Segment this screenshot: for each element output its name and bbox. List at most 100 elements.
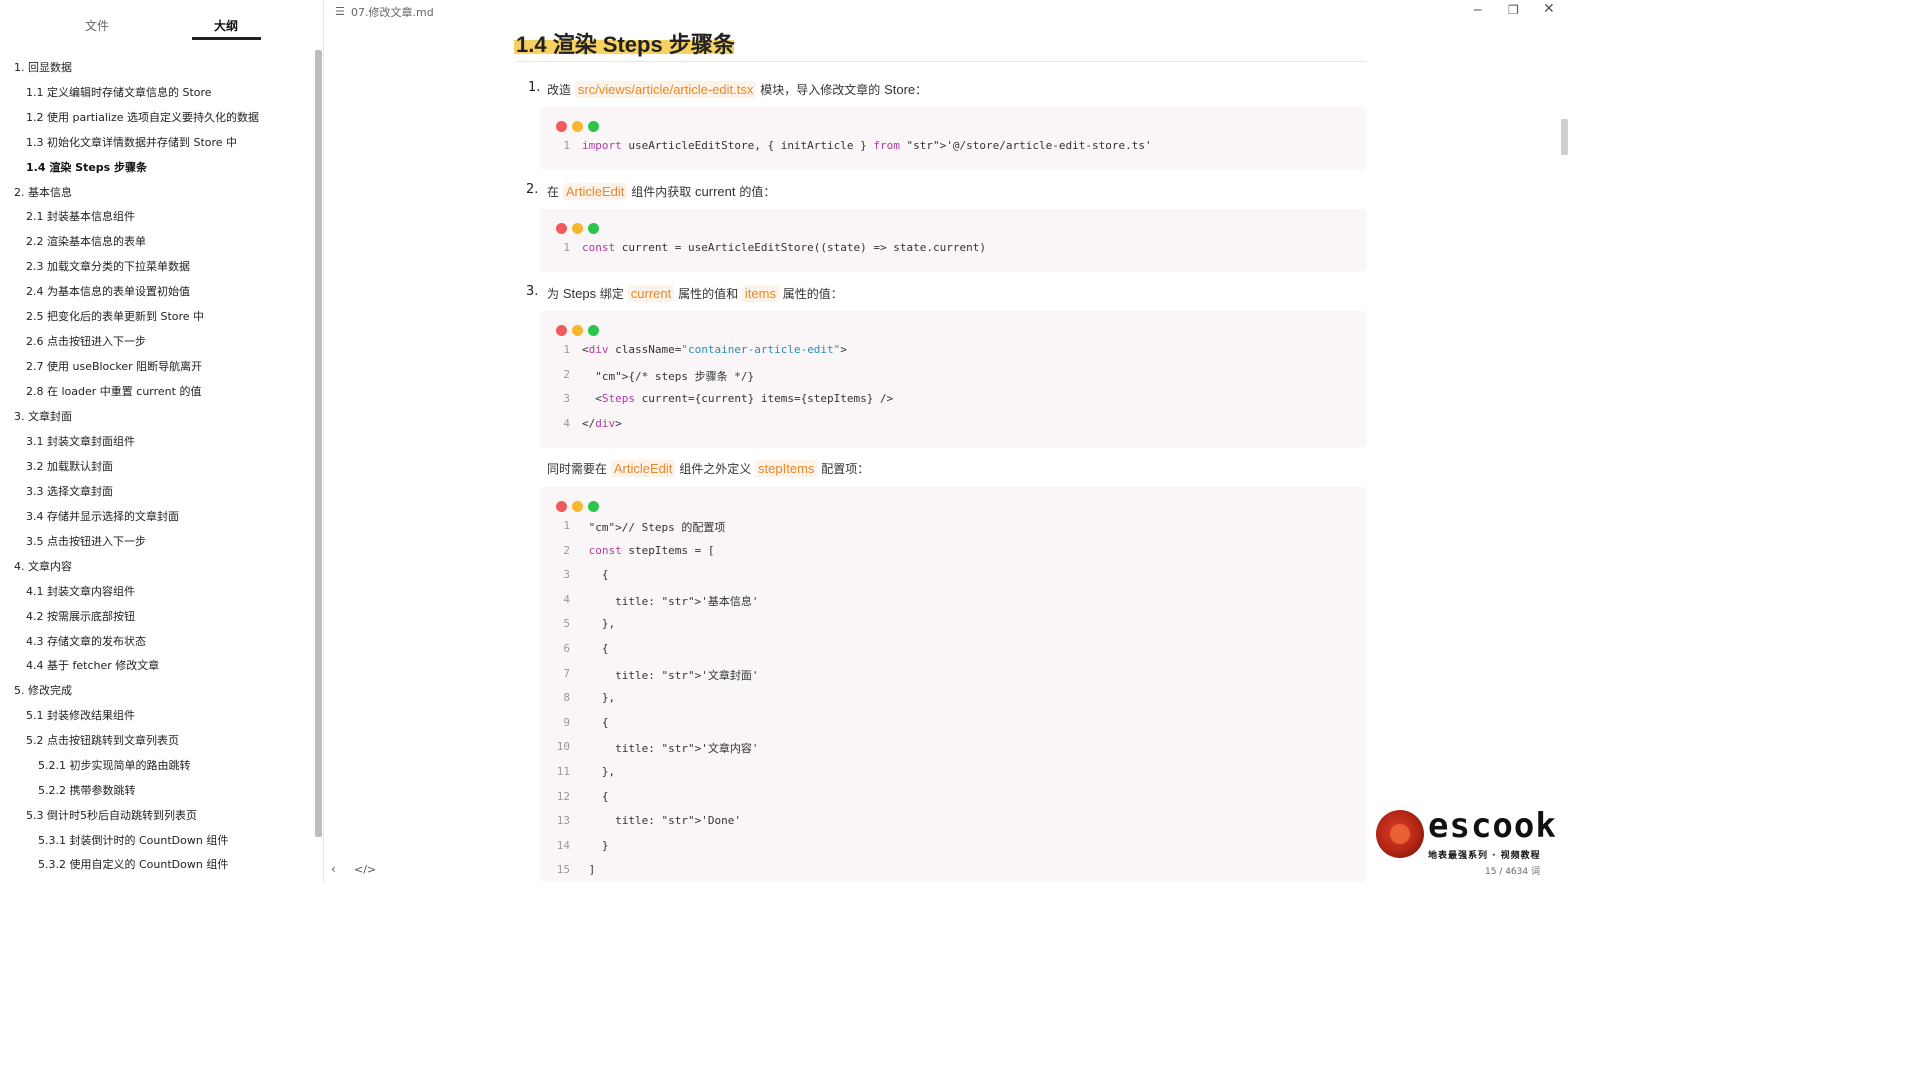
code-text: { — [582, 715, 609, 729]
collapse-sidebar-icon[interactable]: ‹ — [331, 862, 336, 876]
line-number: 5 — [563, 617, 570, 631]
step-3-mid: 绑定 — [599, 287, 624, 301]
step-2-end: 的值： — [739, 185, 776, 199]
code-text: { — [582, 642, 609, 655]
code-block-1[interactable]: 1 import useArticleEditStore, { initArtic… — [540, 107, 1366, 170]
watermark-subtitle: 地表最强系列 · 视频教程 — [1428, 851, 1541, 861]
outline-item[interactable]: 2.5 把变化后的表单更新到 Store 中 — [26, 310, 204, 324]
line-number: 12 — [556, 789, 570, 803]
sidebar: 文件 大纲 1. 回显数据 1.1 定义编辑时存储文章信息的 Store 1.2 使… — [0, 0, 324, 882]
code-text: </div> — [582, 416, 622, 430]
tab-outline[interactable]: 大纲 — [214, 17, 238, 34]
line-number: 13 — [556, 814, 570, 828]
code-text: title: "str">'Done' — [582, 814, 741, 828]
code-block-2[interactable]: 1 const current = useArticleEditStore((st… — [540, 209, 1366, 272]
code-text: }, — [582, 691, 616, 705]
outline-item[interactable]: 2.3 加载文章分类的下拉菜单数据 — [26, 260, 190, 274]
code-text: title: "str">'文章封面' — [582, 668, 759, 682]
outline-item[interactable]: 5. 修改完成 — [14, 684, 72, 698]
outline-item[interactable]: 5.2 点击按钮跳转到文章列表页 — [26, 734, 179, 748]
close-button[interactable]: ✕ — [1543, 1, 1555, 17]
window-dots-icon — [556, 117, 604, 136]
outline-item[interactable]: 5.1 封装修改结果组件 — [26, 709, 135, 723]
line-number: 10 — [556, 740, 570, 754]
outline-item[interactable]: 3.1 封装文章封面组件 — [26, 435, 135, 449]
outline-item[interactable]: 2.8 在 loader 中重置 current 的值 — [26, 385, 201, 399]
outline-item[interactable]: 2.6 点击按钮进入下一步 — [26, 335, 146, 349]
code-block-3[interactable]: 1 <div className="container-article-edit"… — [540, 311, 1366, 448]
step-2-pre: 在 — [547, 185, 560, 199]
outline-item[interactable]: 1. 回显数据 — [14, 61, 72, 75]
outline-item[interactable]: 3.5 点击按钮进入下一步 — [26, 535, 146, 549]
outline-item[interactable]: 2. 基本信息 — [14, 186, 72, 200]
outline-item[interactable]: 3.2 加载默认封面 — [26, 460, 113, 474]
window-dots-icon — [556, 321, 604, 340]
code-text: { — [582, 568, 609, 582]
step-1-en: Store — [884, 82, 916, 97]
maximize-button[interactable]: ❐ — [1508, 3, 1519, 17]
window-dots-icon — [556, 219, 604, 238]
step-2-number: 2. — [526, 182, 539, 197]
step-3-code-2: items — [741, 285, 779, 302]
outline-item[interactable]: 3. 文章封面 — [14, 410, 72, 424]
line-number: 1 — [563, 343, 570, 356]
outline-item[interactable]: 4. 文章内容 — [14, 560, 72, 574]
code-text: }, — [582, 617, 616, 631]
step-3-end: 属性的值： — [782, 287, 843, 301]
outline-item[interactable]: 5.3.2 使用自定义的 CountDown 组件 — [38, 858, 228, 872]
outline-item[interactable]: 4.2 按需展示底部按钮 — [26, 610, 135, 624]
outline-item[interactable]: 1.4 渲染 Steps 步骤条 — [26, 161, 147, 175]
heading-divider — [516, 61, 1366, 62]
outline-item[interactable]: 4.4 基于 fetcher 修改文章 — [26, 659, 159, 673]
note-code-1: ArticleEdit — [610, 460, 676, 477]
step-1-end: ： — [915, 83, 928, 97]
outline-item[interactable]: 5.2.2 携带参数跳转 — [38, 784, 136, 798]
code-text: "cm">{/* steps 步骤条 */} — [595, 369, 755, 383]
outline-item[interactable]: 2.4 为基本信息的表单设置初始值 — [26, 285, 190, 299]
line-number: 3 — [563, 568, 570, 582]
outline-item[interactable]: 4.1 封装文章内容组件 — [26, 585, 135, 599]
tab-files[interactable]: 文件 — [85, 17, 109, 34]
step-2-text: 在 ArticleEdit 组件内获取 current 的值： — [547, 183, 775, 200]
outline-item[interactable]: 2.1 封装基本信息组件 — [26, 210, 135, 224]
content-scrollbar[interactable] — [1561, 119, 1568, 155]
note-pre: 同时需要在 — [547, 462, 608, 476]
window-dots-icon — [556, 497, 604, 516]
code-text: ] — [582, 863, 596, 877]
code-text: import useArticleEditStore, { initArticl… — [582, 139, 1152, 152]
sidebar-scrollbar[interactable] — [315, 50, 322, 837]
line-number: 6 — [563, 642, 570, 655]
code-text: }, — [582, 765, 616, 778]
step-1-pre: 改造 — [547, 83, 572, 97]
outline-item[interactable]: 2.2 渲染基本信息的表单 — [26, 235, 146, 249]
note-end: 配置项： — [821, 462, 870, 476]
step-3-code-1: current — [627, 285, 675, 302]
outline-item[interactable]: 2.7 使用 useBlocker 阻断导航离开 — [26, 360, 202, 374]
code-block-4[interactable]: 1 "cm">// Steps 的配置项 2 const stepItems = … — [540, 487, 1366, 882]
outline-item[interactable]: 1.3 初始化文章详情数据并存储到 Store 中 — [26, 136, 237, 150]
step-1-text: 改造 src/views/article/article-edit.tsx 模块… — [547, 81, 927, 98]
line-number: 7 — [563, 666, 570, 680]
outline-item[interactable]: 4.3 存储文章的发布状态 — [26, 635, 146, 649]
minimize-button[interactable]: ─ — [1474, 3, 1481, 17]
outline-item[interactable]: 1.2 使用 partialize 选项自定义要持久化的数据 — [26, 111, 259, 125]
step-1-code: src/views/article/article-edit.tsx — [574, 81, 757, 98]
line-number: 1 — [563, 139, 570, 152]
word-count[interactable]: 15 / 4634 词 — [1485, 864, 1540, 877]
outline-item[interactable]: 5.3 倒计时5秒后自动跳转到列表页 — [26, 809, 197, 823]
outline-item[interactable]: 1.1 定义编辑时存储文章信息的 Store — [26, 86, 212, 100]
source-mode-icon[interactable]: </> — [354, 863, 376, 876]
document-icon: ☰ — [335, 5, 345, 18]
active-tab-indicator — [192, 37, 261, 40]
code-text: <div className="container-article-edit"> — [582, 343, 847, 356]
outline-item[interactable]: 5.2.1 初步实现简单的路由跳转 — [38, 759, 191, 773]
line-number: 8 — [563, 691, 570, 705]
code-text: const stepItems = [ — [588, 543, 715, 557]
outline-item[interactable]: 3.3 选择文章封面 — [26, 485, 113, 499]
outline-item[interactable]: 5.3.1 封装倒计时的 CountDown 组件 — [38, 834, 228, 848]
step-1-post: 模块，导入修改文章的 — [760, 83, 881, 97]
line-number: 4 — [563, 592, 570, 606]
line-number: 11 — [556, 765, 570, 778]
line-number: 1 — [563, 241, 570, 254]
outline-item[interactable]: 3.4 存储并显示选择的文章封面 — [26, 510, 179, 524]
